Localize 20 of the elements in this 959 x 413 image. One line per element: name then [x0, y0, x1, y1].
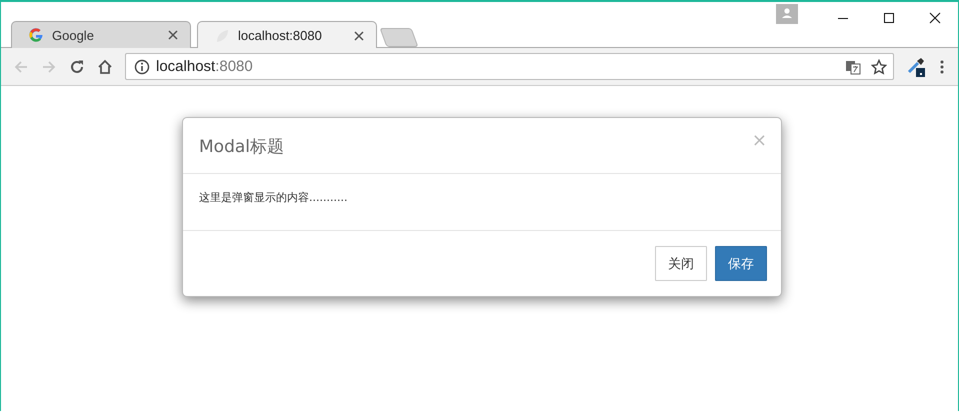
browser-tab[interactable]: Google: [11, 21, 191, 48]
browser-tab[interactable]: localhost:8080: [197, 21, 377, 49]
eyedropper-extension-icon[interactable]: [906, 56, 926, 76]
info-icon: [134, 58, 150, 74]
save-button[interactable]: 保存: [715, 246, 767, 281]
star-icon[interactable]: [871, 58, 887, 74]
home-icon[interactable]: [97, 58, 113, 74]
modal-title: Modal标题: [199, 136, 284, 158]
modal-body-text: 这里是弹窗显示的内容...........: [199, 191, 348, 204]
close-icon[interactable]: [929, 12, 941, 24]
translate-icon[interactable]: [845, 58, 861, 74]
address-bar[interactable]: localhost:8080: [125, 53, 894, 80]
tab-close-icon[interactable]: [168, 30, 178, 40]
tab-close-icon[interactable]: [354, 30, 364, 40]
url-text: localhost:8080: [156, 58, 253, 75]
reload-icon[interactable]: [69, 58, 85, 74]
menu-icon[interactable]: [940, 58, 944, 74]
maximize-icon[interactable]: [883, 12, 895, 24]
close-dialog-button[interactable]: 关闭: [655, 246, 707, 281]
google-g-icon: [28, 27, 44, 43]
